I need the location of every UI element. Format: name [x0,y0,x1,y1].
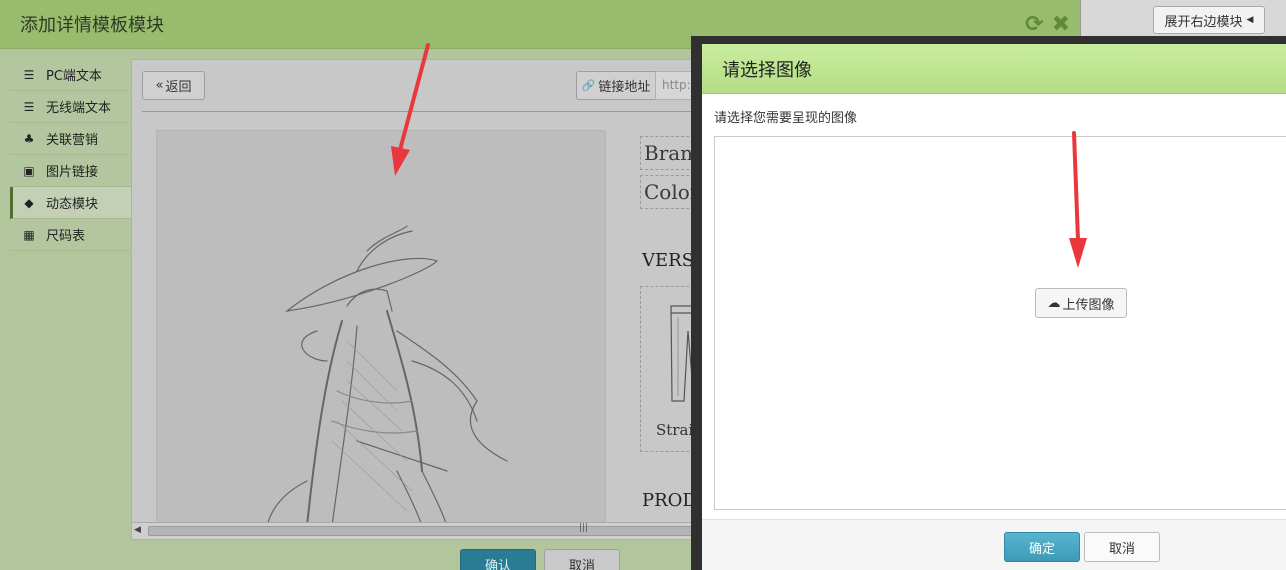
sidebar-item-label: PC端文本 [46,69,102,84]
back-button[interactable]: « 返回 [142,71,205,100]
cancel-button[interactable]: 取消 [1084,532,1160,562]
select-image-instruction: 请选择您需要呈现的图像 [714,111,858,126]
image-upload-area [714,136,1286,510]
expand-right-panel-label: 展开右边模块 [1164,14,1243,30]
sidebar-item-dynamic-module[interactable]: ◆ 动态模块 [10,187,131,219]
template-cancel-button[interactable]: 取消 [544,549,620,570]
table-icon: ▦ [23,227,35,242]
select-image-footer: 确定 取消 [702,519,1286,570]
tag-icon: ◆ [24,195,34,210]
link-address-addon: 🔗 链接地址 [576,71,656,100]
template-confirm-button[interactable]: 确认 [460,549,536,570]
cancel-label: 取消 [1108,541,1135,557]
align-left-icon: ☰ [23,67,35,82]
upload-image-label: 上传图像 [1062,297,1115,313]
sidebar-item-size-chart[interactable]: ▦ 尺码表 [10,219,131,251]
sidebar-item-mobile-text[interactable]: ☰ 无线端文本 [10,91,131,123]
picture-icon: ▣ [23,163,35,178]
sitemap-icon: ♣ [23,131,35,146]
sidebar-item-image-link[interactable]: ▣ 图片链接 [10,155,131,187]
confirm-label: 确定 [1028,541,1055,557]
refresh-icon[interactable]: ⟳ [1025,13,1043,37]
upload-image-button[interactable]: ☁ 上传图像 [1035,288,1127,318]
sidebar-item-label: 尺码表 [46,229,86,244]
grip-icon: ||| [579,523,589,533]
select-image-title: 请选择图像 [722,59,812,81]
confirm-button[interactable]: 确定 [1004,532,1080,562]
template-cancel-label: 取消 [568,558,595,570]
select-image-header: 请选择图像 [702,44,1286,94]
sidebar-item-pc-text[interactable]: ☰ PC端文本 [10,59,131,91]
cloud-upload-icon: ☁ [1047,295,1061,311]
template-confirm-label: 确认 [484,558,511,570]
sidebar-item-label: 动态模块 [46,197,99,212]
select-image-modal-frame: 请选择图像 请选择您需要呈现的图像 ☁ 上传图像 确定 取消 [691,36,1286,570]
sidebar-item-label: 无线端文本 [46,101,112,116]
sidebar-item-label: 图片链接 [46,165,99,180]
sidebar-item-related-marketing[interactable]: ♣ 关联营销 [10,123,131,155]
close-icon[interactable]: ✖ [1052,13,1070,37]
module-sidebar: ☰ PC端文本 ☰ 无线端文本 ♣ 关联营销 ▣ 图片链接 ◆ 动态模块 ▦ 尺… [10,59,131,251]
template-modal-title: 添加详情模板模块 [20,15,164,36]
caret-left-icon: ◀ [1246,15,1254,25]
double-chevron-left-icon: « [155,78,164,93]
sidebar-item-label: 关联营销 [46,133,99,148]
link-icon: 🔗 [581,79,596,92]
align-left-icon: ☰ [23,99,35,114]
expand-right-panel-button[interactable]: 展开右边模块 ◀ [1153,6,1265,34]
select-image-modal: 请选择图像 请选择您需要呈现的图像 ☁ 上传图像 确定 取消 [702,44,1286,570]
back-button-label: 返回 [165,80,192,95]
link-address-label: 链接地址 [598,80,651,95]
fashion-sketch-image [156,130,606,525]
scroll-left-arrow-icon[interactable]: ◀ [134,525,141,535]
